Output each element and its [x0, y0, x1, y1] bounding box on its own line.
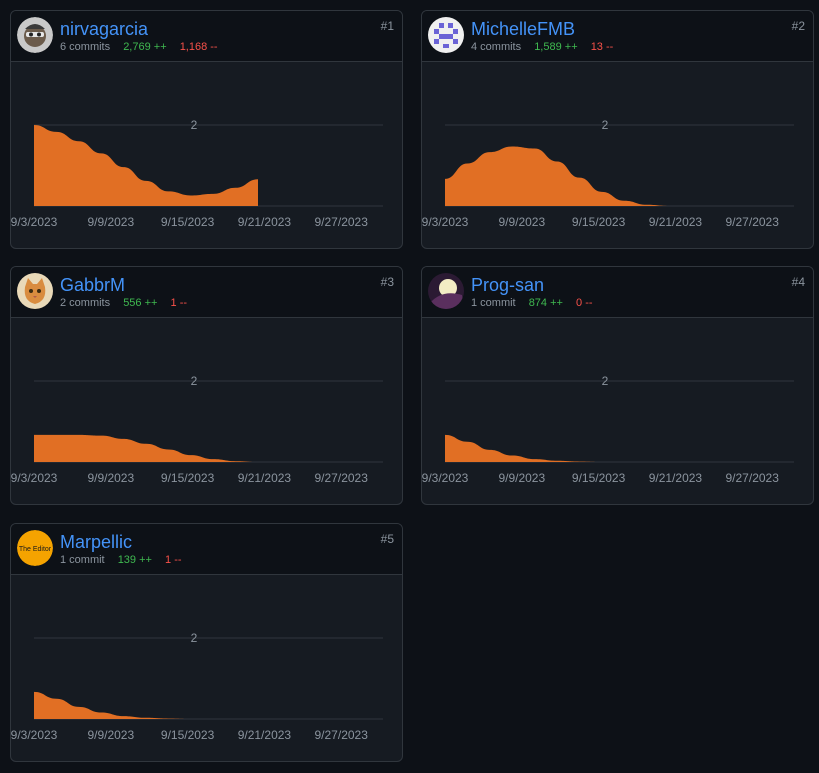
contributor-card: The Editor Marpellic 1 commit 139 ++ 1 -…	[10, 523, 403, 762]
rank-badge: #4	[791, 275, 805, 289]
avatar-moon-icon[interactable]	[428, 273, 464, 309]
deletions-count: 1 --	[170, 297, 188, 309]
rank-badge: #5	[380, 532, 394, 546]
card-header: nirvagarcia 6 commits 2,769 ++ 1,168 -- …	[11, 11, 402, 62]
additions-count: 139 ++	[117, 554, 152, 566]
x-tick-label: 9/3/2023	[422, 471, 469, 485]
additions-count: 1,589 ++	[534, 41, 578, 53]
area-series	[445, 434, 737, 462]
additions-count: 874 ++	[528, 297, 563, 309]
x-tick-label: 9/27/2023	[315, 471, 369, 485]
x-tick-label: 9/3/2023	[11, 215, 58, 229]
x-tick-label: 9/9/2023	[498, 471, 545, 485]
x-tick-label: 9/21/2023	[238, 471, 292, 485]
contributor-card: MichelleFMB 4 commits 1,589 ++ 13 -- #2 …	[421, 10, 814, 249]
rank-badge: #1	[380, 19, 394, 33]
y-tick-label: 2	[602, 118, 609, 132]
contributor-name-link[interactable]: MichelleFMB	[471, 19, 575, 40]
y-tick-label: 2	[191, 118, 198, 132]
x-tick-label: 9/9/2023	[87, 215, 134, 229]
contribution-area-chart: 2 9/3/2023 9/9/2023 9/15/2023 9/21/2023 9/27/…	[11, 374, 383, 485]
area-series	[34, 434, 326, 462]
x-tick-label: 9/9/2023	[498, 215, 545, 229]
y-tick-label: 2	[191, 631, 198, 645]
deletions-count: 1 --	[165, 554, 182, 566]
deletions-count: 13 --	[590, 41, 614, 53]
additions-count: 556 ++	[123, 297, 158, 309]
deletions-count: 1,168 --	[179, 41, 218, 53]
contribution-area-chart: 2 9/3/2023 9/9/2023 9/15/2023 9/21/2023 9/27/…	[422, 374, 794, 485]
avatar-identicon-icon[interactable]	[428, 17, 464, 53]
y-tick-label: 2	[191, 374, 198, 388]
x-tick-label: 9/15/2023	[161, 471, 215, 485]
contributor-name-link[interactable]: GabbrM	[60, 275, 125, 296]
card-header: GabbrM 2 commits 556 ++ 1 -- #3	[11, 267, 402, 318]
additions-count: 2,769 ++	[123, 41, 167, 53]
contributor-name-link[interactable]: Marpellic	[60, 532, 132, 553]
x-tick-label: 9/9/2023	[87, 471, 134, 485]
avatar-cartoon-icon[interactable]	[17, 17, 53, 53]
contributor-stats: 1 commit 139 ++ 1 --	[60, 554, 182, 566]
x-tick-label: 9/9/2023	[87, 728, 134, 742]
x-tick-label: 9/15/2023	[161, 215, 215, 229]
rank-badge: #3	[380, 275, 394, 289]
area-series	[34, 125, 258, 206]
x-tick-label: 9/15/2023	[572, 471, 626, 485]
x-tick-label: 9/15/2023	[572, 215, 626, 229]
x-tick-label: 9/27/2023	[315, 728, 369, 742]
commit-count-link[interactable]: 1 commit	[60, 554, 105, 566]
contributor-card: nirvagarcia 6 commits 2,769 ++ 1,168 -- …	[10, 10, 403, 249]
contributor-stats: 4 commits 1,589 ++ 13 --	[471, 41, 613, 53]
contributor-card: GabbrM 2 commits 556 ++ 1 -- #3 2 9/3/202…	[10, 266, 403, 505]
area-series	[34, 691, 326, 719]
card-header: MichelleFMB 4 commits 1,589 ++ 13 -- #2	[422, 11, 813, 62]
x-tick-label: 9/15/2023	[161, 728, 215, 742]
avatar-logo-text: The Editor	[19, 546, 52, 553]
contributor-card: Prog-san 1 commit 874 ++ 0 -- #4 2 9/3/20…	[421, 266, 814, 505]
card-header: The Editor Marpellic 1 commit 139 ++ 1 -…	[11, 524, 402, 575]
x-tick-label: 9/21/2023	[238, 215, 292, 229]
x-tick-label: 9/27/2023	[726, 215, 780, 229]
contribution-area-chart: 2 9/3/2023 9/9/2023 9/15/2023 9/21/2023 9/27/…	[422, 118, 794, 229]
commit-count-link[interactable]: 4 commits	[471, 41, 521, 53]
x-tick-label: 9/21/2023	[649, 215, 703, 229]
contributor-name-link[interactable]: nirvagarcia	[60, 19, 148, 40]
x-tick-label: 9/3/2023	[422, 215, 469, 229]
contributor-name-link[interactable]: Prog-san	[471, 275, 544, 296]
card-header: Prog-san 1 commit 874 ++ 0 -- #4	[422, 267, 813, 318]
area-series	[445, 146, 737, 206]
avatar-cat-icon[interactable]	[17, 273, 53, 309]
x-tick-label: 9/27/2023	[726, 471, 780, 485]
commit-count-link[interactable]: 1 commit	[471, 297, 516, 309]
contributor-stats: 2 commits 556 ++ 1 --	[60, 297, 187, 309]
x-tick-label: 9/3/2023	[11, 471, 58, 485]
commit-count-link[interactable]: 2 commits	[60, 297, 110, 309]
x-tick-label: 9/21/2023	[649, 471, 703, 485]
avatar-logo-icon[interactable]: The Editor	[17, 530, 53, 566]
x-tick-label: 9/3/2023	[11, 728, 58, 742]
rank-badge: #2	[791, 19, 805, 33]
contributor-stats: 6 commits 2,769 ++ 1,168 --	[60, 41, 218, 53]
commit-count-link[interactable]: 6 commits	[60, 41, 110, 53]
x-tick-label: 9/21/2023	[238, 728, 292, 742]
deletions-count: 0 --	[576, 297, 593, 309]
contribution-area-chart: 2 9/3/2023 9/9/2023 9/15/2023 9/21/2023 9/27/…	[11, 631, 383, 742]
y-tick-label: 2	[602, 374, 609, 388]
x-tick-label: 9/27/2023	[315, 215, 369, 229]
contribution-area-chart: 2 9/3/2023 9/9/2023 9/15/2023 9/21/2023 9/27/…	[11, 118, 383, 229]
contributor-stats: 1 commit 874 ++ 0 --	[471, 297, 593, 309]
